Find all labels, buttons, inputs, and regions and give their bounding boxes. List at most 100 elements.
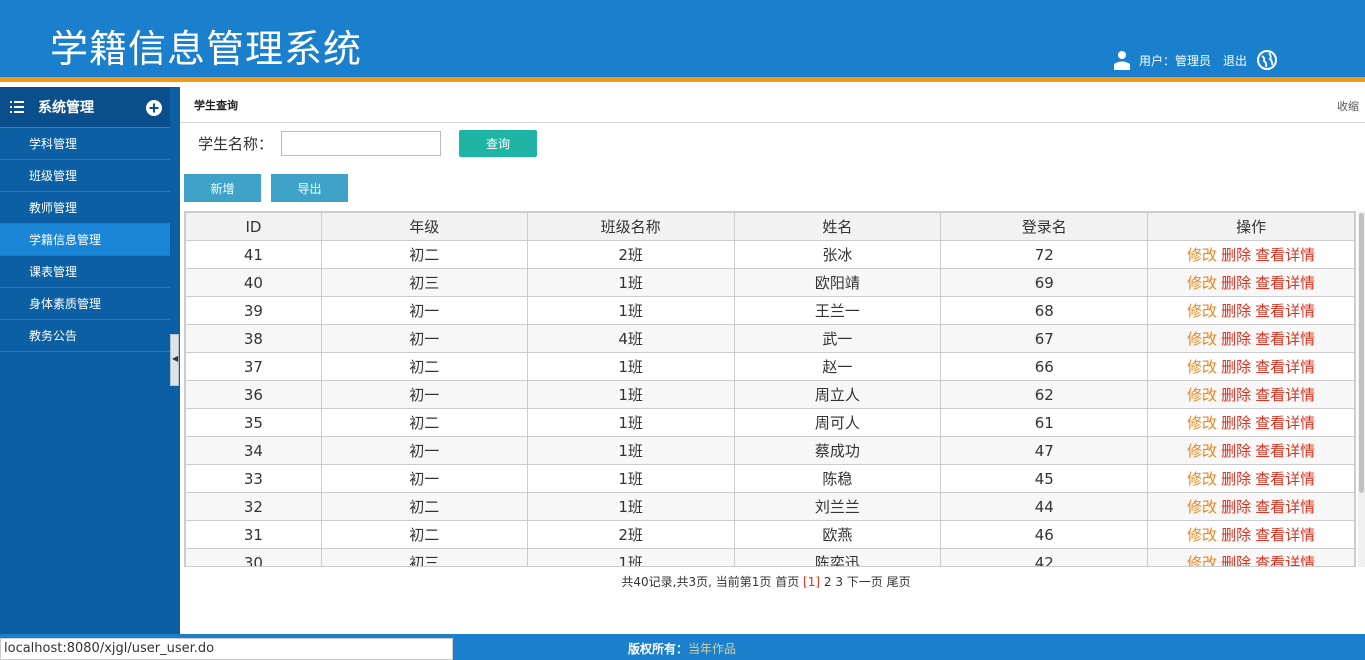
edit-link[interactable]: 修改 [1187, 302, 1217, 320]
table-cell: 61 [940, 408, 1149, 437]
edit-link[interactable]: 修改 [1187, 526, 1217, 544]
table-cell: 45 [940, 464, 1149, 493]
view-details-link[interactable]: 查看详情 [1255, 470, 1315, 488]
edit-link[interactable]: 修改 [1187, 246, 1217, 264]
column-header: ID [185, 212, 322, 241]
row-actions: 修改 删除 查看详情 [1147, 268, 1355, 297]
delete-link[interactable]: 删除 [1221, 386, 1251, 404]
copyright: 版权所有：当年作品 [628, 640, 736, 657]
plus-circle-icon[interactable] [146, 100, 162, 116]
table-cell: 张冰 [733, 240, 942, 269]
table-cell: 初一 [320, 436, 528, 465]
student-name-input[interactable] [281, 131, 442, 156]
table-scrollbar[interactable] [1358, 211, 1365, 567]
globe-icon[interactable] [1257, 50, 1277, 70]
table-header-row: ID 年级 班级名称 姓名 登录名 操作 [185, 212, 1355, 241]
delete-link[interactable]: 删除 [1221, 442, 1251, 460]
delete-link[interactable]: 删除 [1221, 470, 1251, 488]
table-cell: 初二 [320, 240, 528, 269]
pager-summary[interactable]: 共40记录,共3页, 当前第1页 首页 [621, 575, 799, 589]
view-details-link[interactable]: 查看详情 [1255, 358, 1315, 376]
table-cell: 刘兰兰 [733, 492, 942, 521]
edit-link[interactable]: 修改 [1187, 386, 1217, 404]
row-actions: 修改 删除 查看详情 [1147, 464, 1355, 493]
delete-link[interactable]: 删除 [1221, 414, 1251, 432]
view-details-link[interactable]: 查看详情 [1255, 246, 1315, 264]
edit-link[interactable]: 修改 [1187, 414, 1217, 432]
chevron-left-icon: ◀ [172, 354, 179, 363]
table-row: 41 初二 2班 张冰 72 修改 删除 查看详情 [185, 240, 1355, 269]
row-actions: 修改 删除 查看详情 [1147, 520, 1355, 549]
sidebar-item-student-records[interactable]: 学籍信息管理 [0, 224, 170, 256]
pager-links[interactable]: 2 3 下一页 尾页 [824, 575, 911, 589]
breadcrumb: 学生查询 收缩 [180, 87, 1365, 123]
row-actions: 修改 删除 查看详情 [1147, 296, 1355, 325]
scrollbar-thumb[interactable] [1359, 213, 1364, 493]
delete-link[interactable]: 删除 [1221, 358, 1251, 376]
sidebar-header[interactable]: 系统管理 [0, 87, 170, 128]
column-header: 班级名称 [526, 212, 735, 241]
view-details-link[interactable]: 查看详情 [1255, 386, 1315, 404]
table-cell: 72 [940, 240, 1149, 269]
sidebar: 系统管理 学科管理 班级管理 教师管理 学籍信息管理 课表管理 身体素质管理 教… [0, 87, 170, 634]
edit-link[interactable]: 修改 [1187, 470, 1217, 488]
logout-link[interactable]: 退出 [1223, 52, 1247, 69]
table-cell: 37 [185, 352, 322, 381]
row-actions: 修改 删除 查看详情 [1147, 380, 1355, 409]
table-cell: 67 [940, 324, 1149, 353]
pagination: 共40记录,共3页, 当前第1页 首页 [1] 2 3 下一页 尾页 [180, 573, 1352, 590]
edit-link[interactable]: 修改 [1187, 330, 1217, 348]
query-button[interactable]: 查询 [459, 130, 538, 157]
sidebar-item-subject[interactable]: 学科管理 [0, 128, 170, 160]
student-table: ID 年级 班级名称 姓名 登录名 操作 41 初二 2班 张冰 72 修改 删除 查看详情 4… [185, 212, 1355, 566]
table-cell: 初一 [320, 324, 528, 353]
delete-link[interactable]: 删除 [1221, 330, 1251, 348]
collapse-link[interactable]: 收缩 [1337, 98, 1359, 114]
delete-link[interactable]: 删除 [1221, 246, 1251, 264]
table-cell: 31 [185, 520, 322, 549]
view-details-link[interactable]: 查看详情 [1255, 302, 1315, 320]
sidebar-item-class[interactable]: 班级管理 [0, 160, 170, 192]
table-cell: 34 [185, 436, 322, 465]
table-cell: 44 [940, 492, 1149, 521]
table-cell: 46 [940, 520, 1149, 549]
table-cell: 初三 [320, 268, 528, 297]
add-button[interactable]: 新增 [184, 174, 261, 202]
view-details-link[interactable]: 查看详情 [1255, 274, 1315, 292]
delete-link[interactable]: 删除 [1221, 274, 1251, 292]
view-details-link[interactable]: 查看详情 [1255, 498, 1315, 516]
edit-link[interactable]: 修改 [1187, 274, 1217, 292]
table-cell: 1班 [526, 492, 735, 521]
edit-link[interactable]: 修改 [1187, 554, 1217, 566]
copyright-label: 版权所有： [628, 642, 689, 656]
sidebar-item-fitness[interactable]: 身体素质管理 [0, 288, 170, 320]
table-row: 35 初二 1班 周可人 61 修改 删除 查看详情 [185, 408, 1355, 437]
breadcrumb-label: 学生查询 [194, 98, 238, 112]
edit-link[interactable]: 修改 [1187, 442, 1217, 460]
delete-link[interactable]: 删除 [1221, 302, 1251, 320]
edit-link[interactable]: 修改 [1187, 498, 1217, 516]
view-details-link[interactable]: 查看详情 [1255, 414, 1315, 432]
table-cell: 陈奕迅 [733, 548, 942, 566]
table-cell: 初二 [320, 352, 528, 381]
export-button[interactable]: 导出 [271, 174, 348, 202]
delete-link[interactable]: 删除 [1221, 526, 1251, 544]
sidebar-item-teacher[interactable]: 教师管理 [0, 192, 170, 224]
view-details-link[interactable]: 查看详情 [1255, 330, 1315, 348]
view-details-link[interactable]: 查看详情 [1255, 554, 1315, 566]
pager-current-page: [1] [803, 575, 821, 589]
view-details-link[interactable]: 查看详情 [1255, 526, 1315, 544]
user-label: 用户：管理员 [1138, 53, 1211, 68]
table-cell: 初二 [320, 408, 528, 437]
delete-link[interactable]: 删除 [1221, 498, 1251, 516]
delete-link[interactable]: 删除 [1221, 554, 1251, 566]
row-actions: 修改 删除 查看详情 [1147, 492, 1355, 521]
sidebar-item-notice[interactable]: 教务公告 [0, 320, 170, 352]
view-details-link[interactable]: 查看详情 [1255, 442, 1315, 460]
table-cell: 40 [185, 268, 322, 297]
table-cell: 2班 [526, 240, 735, 269]
edit-link[interactable]: 修改 [1187, 358, 1217, 376]
sidebar-collapse-handle[interactable]: ◀ [170, 334, 179, 386]
column-header: 年级 [320, 212, 528, 241]
sidebar-item-schedule[interactable]: 课表管理 [0, 256, 170, 288]
